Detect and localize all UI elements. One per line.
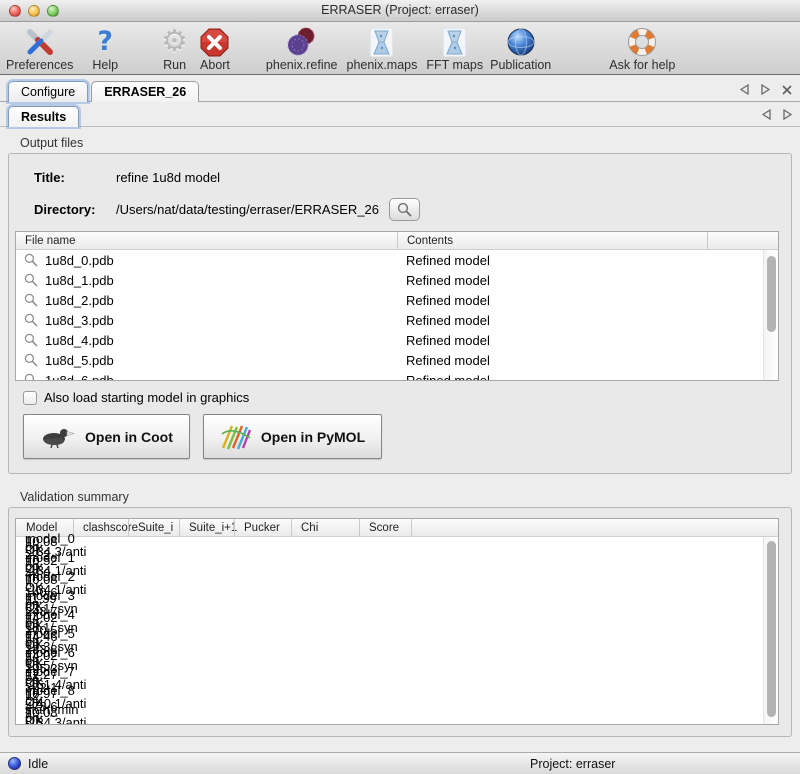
file-name: 1u8d_2.pdb — [45, 293, 114, 308]
preferences-button[interactable]: Preferences — [6, 26, 73, 72]
file-contents: Refined model — [397, 273, 707, 288]
file-name: 1u8d_4.pdb — [45, 333, 114, 348]
help-button[interactable]: ? Help — [92, 26, 118, 72]
load-starting-model-checkbox[interactable] — [23, 391, 37, 405]
file-contents: Refined model — [397, 313, 707, 328]
magnifier-icon — [24, 333, 38, 347]
results-scroll-right-icon[interactable] — [783, 109, 792, 120]
file-table-scrollbar[interactable] — [763, 250, 778, 380]
file-table-row[interactable]: 1u8d_3.pdb Refined model — [16, 310, 778, 330]
tab-scroll-right-icon[interactable] — [761, 84, 770, 95]
file-contents: Refined model — [397, 253, 707, 268]
magnifier-icon — [397, 202, 412, 217]
coot-bird-icon — [40, 425, 76, 449]
scrollbar-thumb[interactable] — [767, 256, 776, 332]
file-name-column-header[interactable]: File name — [16, 232, 397, 249]
magnifier-icon — [24, 353, 38, 367]
validation-table-body: model_0 10.08 !! 6n OK -134.3/anti 22.2 … — [16, 537, 778, 725]
directory-label: Directory: — [34, 202, 116, 217]
stop-icon — [200, 26, 229, 58]
tab-job[interactable]: ERRASER_26 — [91, 81, 199, 102]
map-mesh-icon — [443, 26, 466, 58]
open-in-pymol-button[interactable]: Open in PyMOL — [203, 414, 382, 459]
window-titlebar: ERRASER (Project: erraser) — [0, 0, 800, 22]
validation-summary-group: Model clashscore Suite_i Suite_i+1 Pucke… — [8, 507, 792, 737]
score-cell: 0.0 — [16, 718, 778, 725]
magnifier-icon — [24, 253, 38, 267]
file-table-header: File name Contents — [16, 232, 778, 250]
zoom-window-button[interactable] — [47, 5, 59, 17]
title-value: refine 1u8d model — [116, 170, 220, 185]
output-files-label: Output files — [20, 136, 800, 150]
output-files-group: Title: refine 1u8d model Directory: /Use… — [8, 153, 792, 474]
file-table-row[interactable]: 1u8d_5.pdb Refined model — [16, 350, 778, 370]
file-table-row[interactable]: 1u8d_0.pdb Refined model — [16, 250, 778, 270]
close-window-button[interactable] — [9, 5, 21, 17]
results-scroll-left-icon[interactable] — [762, 109, 771, 120]
job-tab-bar: Configure ERRASER_26 — [0, 75, 800, 102]
tab-close-icon[interactable] — [782, 85, 792, 95]
status-indicator-icon — [8, 757, 21, 770]
magnifier-icon — [24, 293, 38, 307]
main-toolbar: Preferences ? Help ⚙ Run Abort — [0, 22, 800, 75]
map-mesh-icon — [370, 26, 393, 58]
file-table-row[interactable]: 1u8d_4.pdb Refined model — [16, 330, 778, 350]
tab-results[interactable]: Results — [8, 106, 79, 127]
file-name: 1u8d_0.pdb — [45, 253, 114, 268]
lifebuoy-icon — [627, 26, 657, 58]
run-button[interactable]: ⚙ Run — [161, 26, 188, 72]
directory-value: /Users/nat/data/testing/erraser/ERRASER_… — [116, 202, 379, 217]
ask-for-help-button[interactable]: Ask for help — [609, 26, 675, 72]
magnifier-icon — [24, 313, 38, 327]
window-controls — [9, 5, 59, 17]
file-contents: Refined model — [397, 293, 707, 308]
file-name: 1u8d_5.pdb — [45, 353, 114, 368]
browse-directory-button[interactable] — [389, 198, 420, 221]
file-name: 1u8d_6.pdb — [45, 373, 114, 382]
magnifier-icon — [24, 373, 38, 381]
file-contents: Refined model — [397, 353, 707, 368]
window-title: ERRASER (Project: erraser) — [321, 3, 479, 17]
pymol-ribbon-icon — [220, 424, 252, 450]
file-table-row[interactable]: 1u8d_6.pdb Refined model — [16, 370, 778, 381]
file-contents: Refined model — [397, 333, 707, 348]
empty-column-header — [707, 232, 778, 249]
publication-button[interactable]: Publication — [490, 26, 551, 72]
phenix-maps-button[interactable]: phenix.maps — [347, 26, 418, 72]
validation-table-scrollbar[interactable] — [763, 537, 778, 724]
file-name: 1u8d_3.pdb — [45, 313, 114, 328]
file-table-row[interactable]: 1u8d_1.pdb Refined model — [16, 270, 778, 290]
validation-table: Model clashscore Suite_i Suite_i+1 Pucke… — [15, 518, 779, 725]
tab-scroll-left-icon[interactable] — [740, 84, 749, 95]
refine-spheres-icon — [286, 26, 318, 58]
minimize-window-button[interactable] — [28, 5, 40, 17]
globe-icon — [506, 26, 536, 58]
magnifier-icon — [24, 273, 38, 287]
abort-button[interactable]: Abort — [200, 26, 230, 72]
tools-icon — [24, 26, 56, 58]
phenix-refine-button[interactable]: phenix.refine — [266, 26, 338, 72]
load-starting-model-label: Also load starting model in graphics — [44, 390, 249, 405]
scrollbar-thumb[interactable] — [767, 541, 776, 717]
open-in-coot-button[interactable]: Open in Coot — [23, 414, 190, 459]
status-bar: Idle Project: erraser — [0, 752, 800, 774]
file-contents: Refined model — [397, 373, 707, 382]
file-name: 1u8d_1.pdb — [45, 273, 114, 288]
fft-maps-button[interactable]: FFT maps — [426, 26, 483, 72]
output-files-table: File name Contents 1u8d_0.pdb Refined mo… — [15, 231, 779, 381]
status-text: Idle — [28, 757, 48, 771]
file-table-row[interactable]: 1u8d_2.pdb Refined model — [16, 290, 778, 310]
gear-icon: ⚙ — [161, 26, 188, 58]
tab-configure[interactable]: Configure — [8, 81, 88, 102]
results-tab-bar: Results — [0, 102, 800, 127]
title-label: Title: — [34, 170, 116, 185]
project-label: Project: erraser — [530, 757, 615, 771]
question-icon: ? — [97, 26, 113, 58]
file-table-body: 1u8d_0.pdb Refined model 1u8d_1.pdb Refi… — [16, 250, 778, 381]
contents-column-header[interactable]: Contents — [397, 232, 707, 249]
validation-summary-label: Validation summary — [20, 490, 800, 504]
validation-table-row[interactable]: start_min 10.08 !! 6n OK -134.3/anti 0.0 — [16, 708, 778, 725]
